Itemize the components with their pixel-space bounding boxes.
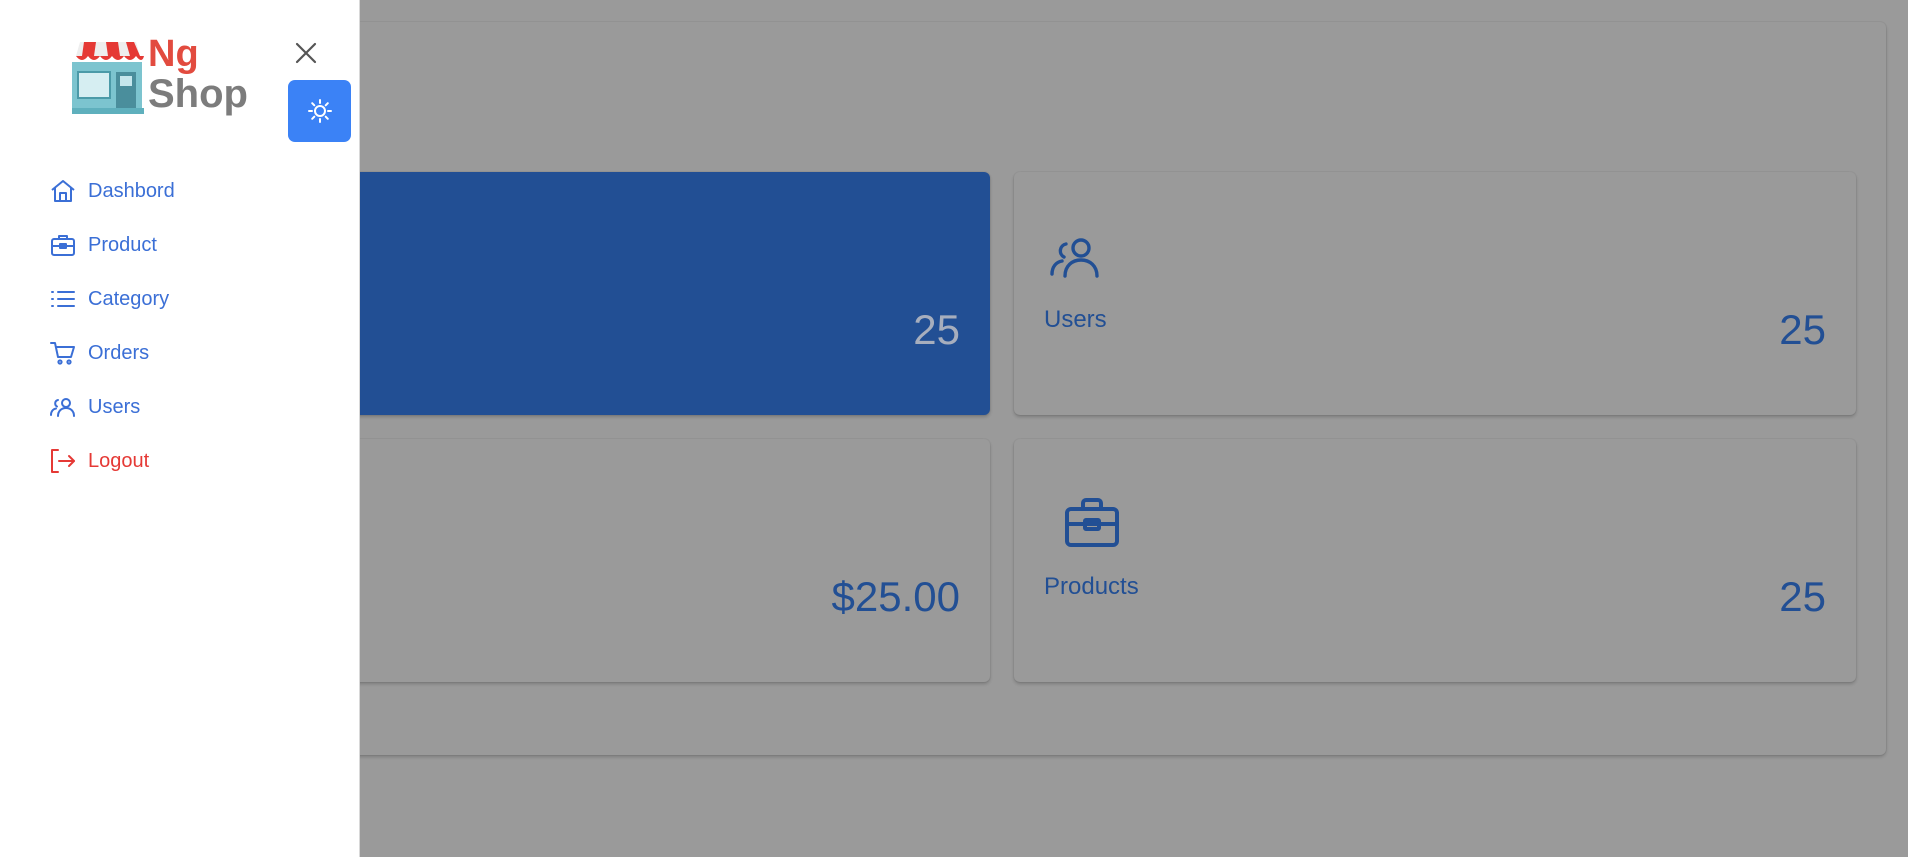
stat-card-products[interactable]: Products 25 <box>1014 439 1856 682</box>
stat-card-value: 25 <box>1779 306 1826 353</box>
users-icon <box>50 393 78 421</box>
theme-toggle-button[interactable] <box>288 80 351 142</box>
briefcase-icon <box>50 231 78 259</box>
brand-line-1: Ng <box>148 33 199 75</box>
sidebar-item-product[interactable]: Product <box>50 218 175 272</box>
sidebar-item-label: Dashbord <box>88 179 175 202</box>
sidebar-nav: Dashbord Product Category Orders Users L… <box>50 164 175 488</box>
close-icon <box>295 42 317 64</box>
app-root: 25 Users 25 $25.00 Products 25 Ng Shop D… <box>0 0 1908 857</box>
stat-card-value: $25.00 <box>831 573 960 620</box>
brand-line-2: Shop <box>148 72 248 116</box>
sidebar-item-label: Product <box>88 233 157 256</box>
sidebar-item-users[interactable]: Users <box>50 380 175 434</box>
users-icon <box>1048 234 1104 287</box>
stat-card-users[interactable]: Users 25 <box>1014 172 1856 415</box>
stat-card-label: Products <box>1044 573 1139 600</box>
sidebar-item-orders[interactable]: Orders <box>50 326 175 380</box>
list-icon <box>50 285 78 313</box>
logout-icon <box>50 447 78 475</box>
close-sidebar-button[interactable] <box>289 36 323 70</box>
stat-card-value: 25 <box>1779 573 1826 620</box>
stat-card-label: Users <box>1044 306 1107 333</box>
sidebar-item-logout[interactable]: Logout <box>50 434 175 488</box>
sidebar-drawer: Ng Shop Dashbord Product Category Orders… <box>0 0 360 857</box>
sidebar-item-label: Users <box>88 395 141 418</box>
sidebar-item-label: Logout <box>88 449 150 472</box>
sidebar-item-label: Orders <box>88 341 150 364</box>
sidebar-item-label: Category <box>88 287 170 310</box>
sidebar-item-dashboard[interactable]: Dashbord <box>50 164 175 218</box>
sun-icon <box>307 99 332 123</box>
home-icon <box>50 177 78 205</box>
sidebar-item-category[interactable]: Category <box>50 272 175 326</box>
stat-card-value: 25 <box>913 306 960 353</box>
briefcase-icon <box>1064 497 1120 554</box>
cart-icon <box>50 339 78 367</box>
